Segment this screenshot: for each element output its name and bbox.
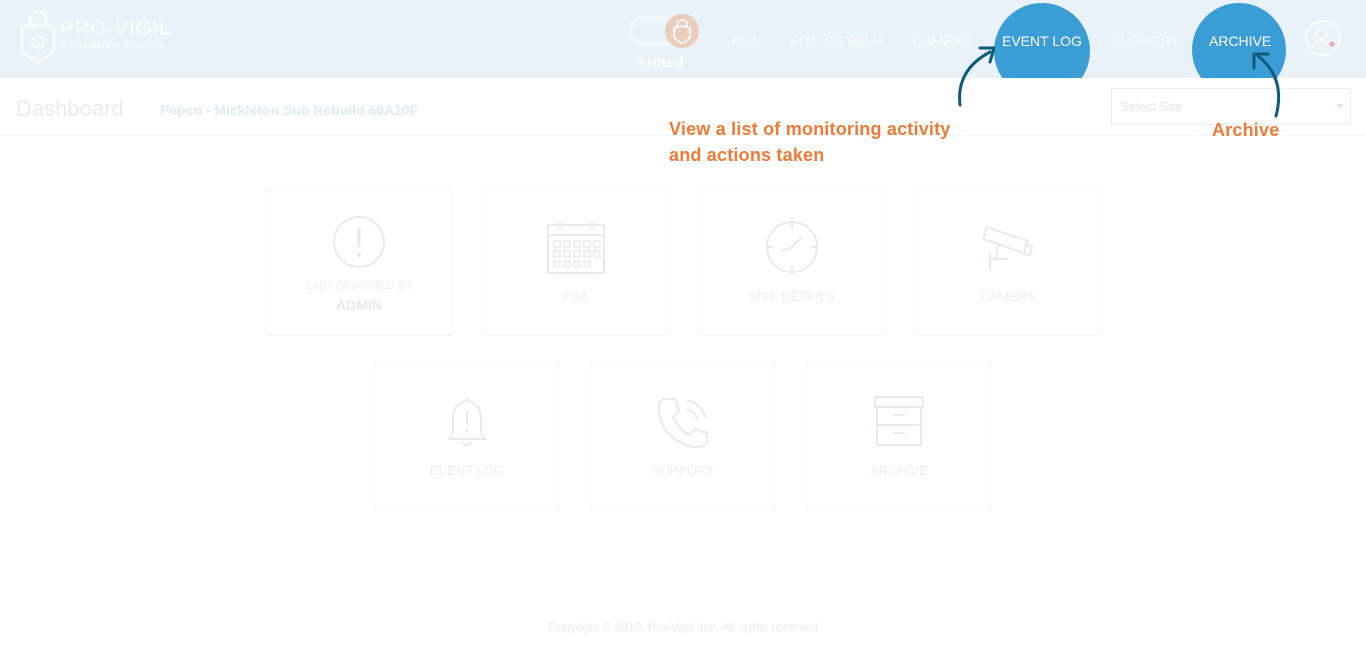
user-profile-icon[interactable] <box>1305 20 1341 56</box>
clock-icon <box>766 221 818 273</box>
nav-psa[interactable]: PSA <box>731 33 759 49</box>
security-camera-icon <box>982 225 1034 271</box>
tile-event-log[interactable]: EVENT LOG <box>374 362 560 510</box>
select-site-placeholder: Select Site <box>1120 99 1183 114</box>
tile-last-disarmed[interactable]: LAST DISARMED BY ADMIN <box>266 188 452 336</box>
last-disarmed-label: LAST DISARMED BY <box>305 280 413 292</box>
nav-archive[interactable]: ARCHIVE <box>1209 33 1271 49</box>
event-log-tooltip-line1: View a list of monitoring activity <box>669 119 951 139</box>
bell-icon <box>447 397 487 446</box>
logo-title: PRO-VIGIL <box>60 17 172 40</box>
logo-subtitle: Surveillance Services <box>60 40 163 51</box>
page: PRO-VIGIL Surveillance Services Armed PS… <box>0 0 1366 657</box>
last-disarmed-value: ADMIN <box>336 297 382 313</box>
lock-shield-icon <box>20 10 56 64</box>
nav-support[interactable]: SUPPORT <box>1112 33 1179 49</box>
archive-box-icon <box>874 396 924 446</box>
tile-camera-label: CAMERA <box>980 289 1036 304</box>
nav-event-log[interactable]: EVENT LOG <box>1002 33 1082 49</box>
tile-site-details-label: SITE DETAILS <box>749 289 835 304</box>
footer-copyright: Copyright © 2019. Pro-Vigil, Inc. All ri… <box>547 620 819 634</box>
alert-circle-icon <box>333 216 385 268</box>
tile-camera[interactable]: CAMERA <box>915 188 1101 336</box>
chevron-down-icon <box>1336 104 1344 109</box>
tile-support[interactable]: SUPPORT <box>590 362 776 510</box>
tile-archive[interactable]: ARCHIVE <box>806 362 992 510</box>
phone-icon <box>657 398 708 449</box>
site-name-link[interactable]: Pepco - Mickleton Sub Rebuild 68A10F <box>160 102 418 118</box>
event-log-tooltip-line2: and actions taken <box>669 145 825 165</box>
armed-status-label: Armed <box>636 54 684 71</box>
event-log-pointer-arrow-icon <box>958 46 996 107</box>
tile-event-log-label: EVENT LOG <box>429 463 505 478</box>
tile-psa-label: PSA <box>562 289 589 304</box>
tile-archive-label: ARCHIVE <box>870 463 928 478</box>
tile-support-label: SUPPORT <box>651 463 715 478</box>
archive-pointer-arrow-icon <box>1252 52 1281 118</box>
tile-site-details[interactable]: SITE DETAILS <box>699 188 885 336</box>
pro-vigil-logo[interactable]: PRO-VIGIL Surveillance Services <box>18 10 172 64</box>
nav-site-details[interactable]: SITE DETAILS <box>790 33 882 49</box>
archive-tooltip: Archive <box>1212 120 1280 140</box>
armed-toggle[interactable] <box>628 14 700 50</box>
calendar-icon <box>547 221 605 274</box>
tile-psa[interactable]: PSA <box>483 188 669 336</box>
page-title: Dashboard <box>16 96 124 121</box>
event-log-tooltip: View a list of monitoring activity and a… <box>669 116 951 168</box>
